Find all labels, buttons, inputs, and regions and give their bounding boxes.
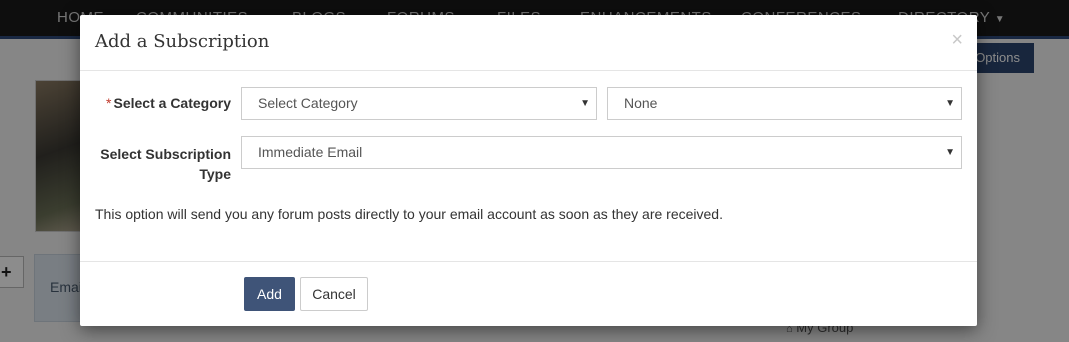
footer-divider — [80, 261, 977, 262]
cancel-button[interactable]: Cancel — [300, 277, 368, 311]
required-marker: * — [106, 95, 112, 111]
subcategory-select[interactable]: None ▼ — [607, 87, 962, 120]
dropdown-arrow-icon: ▼ — [945, 147, 955, 158]
add-button[interactable]: Add — [244, 277, 295, 311]
subcategory-select-value: None — [624, 95, 658, 111]
close-icon[interactable]: × — [951, 29, 963, 52]
category-label: * Select a Category — [95, 95, 231, 111]
dropdown-arrow-icon: ▼ — [945, 98, 955, 109]
modal-header: Add a Subscription × — [80, 15, 977, 71]
subscription-description: This option will send you any forum post… — [95, 206, 723, 222]
category-select[interactable]: Select Category ▼ — [241, 87, 597, 120]
subscription-type-label: Select Subscription Type — [95, 144, 231, 184]
modal-title: Add a Subscription — [95, 31, 270, 52]
dropdown-arrow-icon: ▼ — [580, 98, 590, 109]
subscription-type-select[interactable]: Immediate Email ▼ — [241, 136, 962, 169]
add-subscription-modal: Add a Subscription × * Select a Category … — [80, 15, 977, 326]
category-select-value: Select Category — [258, 95, 358, 111]
subscription-type-label-line2: Type — [199, 166, 231, 182]
category-label-text: Select a Category — [113, 95, 232, 111]
subscription-type-select-value: Immediate Email — [258, 144, 363, 160]
subscription-type-label-line1: Select Subscription — [100, 146, 231, 162]
